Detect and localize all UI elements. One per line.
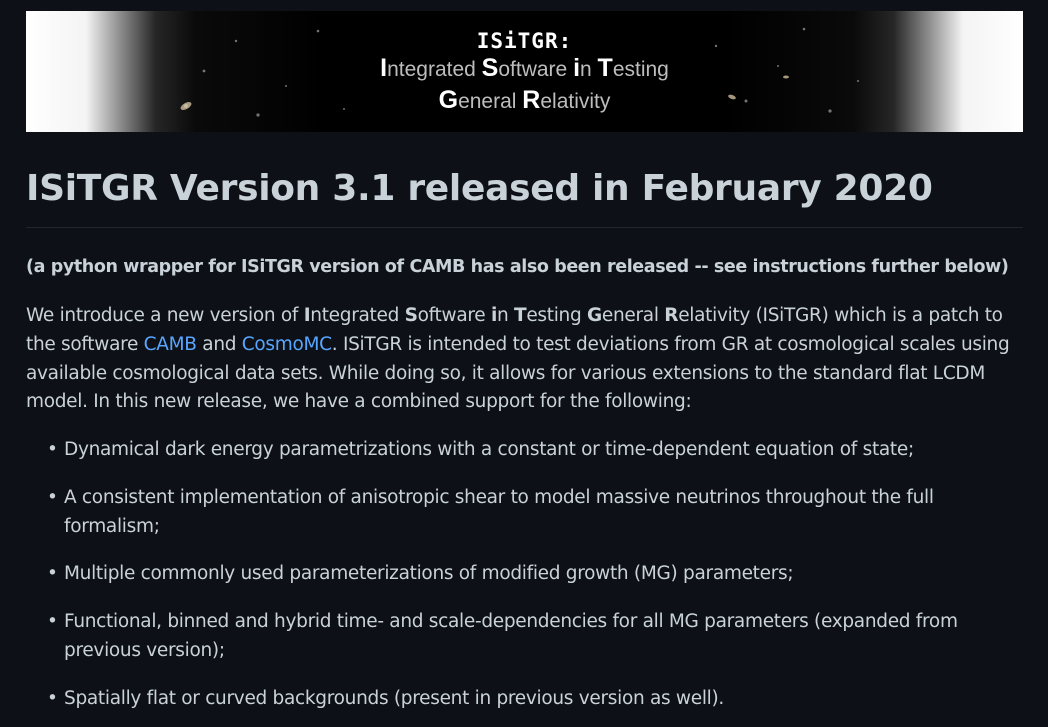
list-item: • Spatially flat or curved backgrounds (p… xyxy=(47,685,1021,714)
bullet-icon: • xyxy=(47,439,58,460)
page-title: ISiTGR Version 3.1 released in February … xyxy=(26,168,933,209)
list-item: • Functional, binned and hybrid time- and… xyxy=(47,608,1021,666)
feature-list: • Dynamical dark energy parametrizations … xyxy=(26,436,1021,727)
camb-link[interactable]: CAMB xyxy=(144,334,197,355)
banner-subtitle-line-2: General Relativity xyxy=(438,86,611,114)
heading-divider xyxy=(26,227,1023,228)
banner-image: ISiTGR: Integrated Software in Testing G… xyxy=(26,11,1023,132)
banner-subtitle-line-1: Integrated Software in Testing xyxy=(380,54,669,82)
bullet-icon: • xyxy=(47,687,58,709)
intro-paragraph: We introduce a new version of Integrated… xyxy=(26,305,1010,413)
banner-title: ISiTGR: xyxy=(476,29,573,53)
list-item: • Multiple commonly used parameterization… xyxy=(47,560,1021,589)
list-item: • Dynamical dark energy parametrizations … xyxy=(47,436,1021,465)
list-item: • A consistent implementation of anisotro… xyxy=(47,484,1021,542)
page: ISiTGR: Integrated Software in Testing G… xyxy=(0,0,1048,727)
bullet-icon: • xyxy=(47,563,58,585)
banner-text: ISiTGR: Integrated Software in Testing G… xyxy=(26,29,1023,117)
cosmomc-link[interactable]: CosmoMC xyxy=(242,334,332,355)
bullet-icon: • xyxy=(47,486,58,508)
bullet-icon: • xyxy=(47,611,58,633)
python-wrapper-note: (a python wrapper for ISiTGR version of … xyxy=(26,257,1009,277)
